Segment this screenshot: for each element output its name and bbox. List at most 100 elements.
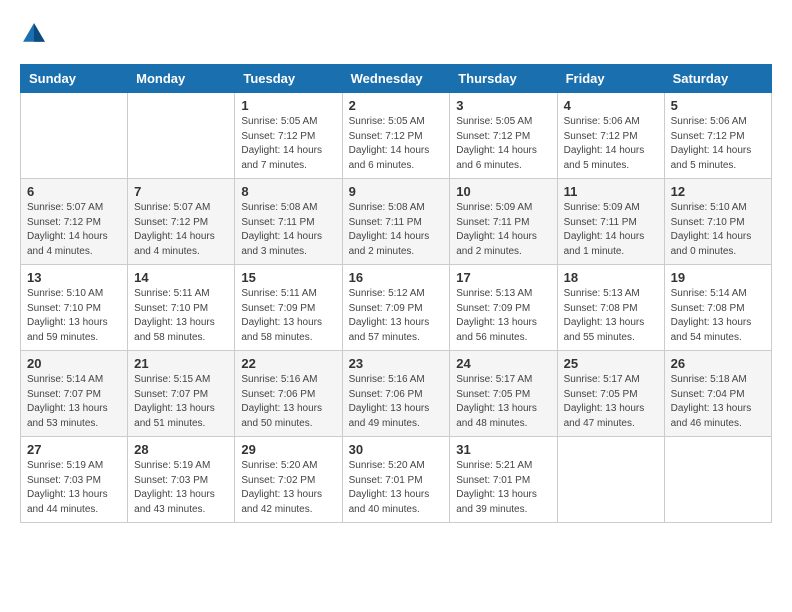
day-info: Sunrise: 5:17 AM Sunset: 7:05 PM Dayligh… bbox=[564, 373, 658, 431]
page-header bbox=[20, 20, 772, 48]
calendar-cell: 9Sunrise: 5:08 AM Sunset: 7:11 PM Daylig… bbox=[342, 179, 450, 265]
day-info: Sunrise: 5:18 AM Sunset: 7:04 PM Dayligh… bbox=[671, 373, 765, 431]
calendar-cell: 30Sunrise: 5:20 AM Sunset: 7:01 PM Dayli… bbox=[342, 437, 450, 523]
calendar-cell: 17 Sunrise: 5:13 AM Sunset: 7:09 PM Dayli… bbox=[450, 265, 557, 351]
day-number: 26 bbox=[671, 356, 765, 371]
day-info: Sunrise: 5:12 AM Sunset: 7:09 PM Dayligh… bbox=[349, 287, 444, 345]
calendar-cell: 25 Sunrise: 5:17 AM Sunset: 7:05 PM Dayli… bbox=[557, 351, 664, 437]
day-info: Sunrise: 5:07 AM Sunset: 7:12 PM Dayligh… bbox=[134, 201, 228, 259]
calendar-cell bbox=[557, 437, 664, 523]
day-number: 27 bbox=[27, 442, 121, 457]
calendar-week-5: 27 Sunrise: 5:19 AM Sunset: 7:03 PM Dayli… bbox=[21, 437, 772, 523]
day-info: Sunrise: 5:11 AM Sunset: 7:09 PM Dayligh… bbox=[241, 287, 335, 345]
day-number: 2 bbox=[349, 98, 444, 113]
calendar-cell: 1 Sunrise: 5:05 AM Sunset: 7:12 PM Daylig… bbox=[235, 93, 342, 179]
calendar-cell bbox=[128, 93, 235, 179]
day-info: Sunrise: 5:08 AM Sunset: 7:11 PM Dayligh… bbox=[241, 201, 335, 259]
day-number: 25 bbox=[564, 356, 658, 371]
weekday-header-wednesday: Wednesday bbox=[342, 65, 450, 93]
day-number: 16 bbox=[349, 270, 444, 285]
calendar-cell: 22 Sunrise: 5:16 AM Sunset: 7:06 PM Dayli… bbox=[235, 351, 342, 437]
day-info: Sunrise: 5:06 AM Sunset: 7:12 PM Dayligh… bbox=[671, 115, 765, 173]
calendar-cell: 23 Sunrise: 5:16 AM Sunset: 7:06 PM Dayli… bbox=[342, 351, 450, 437]
calendar-body: 1 Sunrise: 5:05 AM Sunset: 7:12 PM Daylig… bbox=[21, 93, 772, 523]
day-info: Sunrise: 5:05 AM Sunset: 7:12 PM Dayligh… bbox=[349, 115, 444, 173]
day-number: 18 bbox=[564, 270, 658, 285]
calendar-cell bbox=[21, 93, 128, 179]
day-number: 21 bbox=[134, 356, 228, 371]
calendar-cell: 5 Sunrise: 5:06 AM Sunset: 7:12 PM Daylig… bbox=[664, 93, 771, 179]
day-info: Sunrise: 5:13 AM Sunset: 7:09 PM Dayligh… bbox=[456, 287, 550, 345]
calendar-cell: 16 Sunrise: 5:12 AM Sunset: 7:09 PM Dayli… bbox=[342, 265, 450, 351]
day-info: Sunrise: 5:19 AM Sunset: 7:03 PM Dayligh… bbox=[134, 459, 228, 517]
calendar-cell: 11 Sunrise: 5:09 AM Sunset: 7:11 PM Dayli… bbox=[557, 179, 664, 265]
day-info: Sunrise: 5:13 AM Sunset: 7:08 PM Dayligh… bbox=[564, 287, 658, 345]
day-number: 8 bbox=[241, 184, 335, 199]
day-number: 5 bbox=[671, 98, 765, 113]
calendar-week-2: 6 Sunrise: 5:07 AM Sunset: 7:12 PM Daylig… bbox=[21, 179, 772, 265]
calendar-cell: 21 Sunrise: 5:15 AM Sunset: 7:07 PM Dayli… bbox=[128, 351, 235, 437]
calendar-cell: 24 Sunrise: 5:17 AM Sunset: 7:05 PM Dayli… bbox=[450, 351, 557, 437]
day-info: Sunrise: 5:07 AM Sunset: 7:12 PM Dayligh… bbox=[27, 201, 121, 259]
day-number: 1 bbox=[241, 98, 335, 113]
logo bbox=[20, 20, 52, 48]
calendar-cell: 29 Sunrise: 5:20 AM Sunset: 7:02 PM Dayli… bbox=[235, 437, 342, 523]
day-number: 7 bbox=[134, 184, 228, 199]
day-info: Sunrise: 5:09 AM Sunset: 7:11 PM Dayligh… bbox=[564, 201, 658, 259]
day-number: 20 bbox=[27, 356, 121, 371]
day-info: Sunrise: 5:20 AM Sunset: 7:02 PM Dayligh… bbox=[241, 459, 335, 517]
day-number: 22 bbox=[241, 356, 335, 371]
day-info: Sunrise: 5:10 AM Sunset: 7:10 PM Dayligh… bbox=[671, 201, 765, 259]
day-info: Sunrise: 5:17 AM Sunset: 7:05 PM Dayligh… bbox=[456, 373, 550, 431]
day-info: Sunrise: 5:19 AM Sunset: 7:03 PM Dayligh… bbox=[27, 459, 121, 517]
calendar-week-1: 1 Sunrise: 5:05 AM Sunset: 7:12 PM Daylig… bbox=[21, 93, 772, 179]
day-info: Sunrise: 5:06 AM Sunset: 7:12 PM Dayligh… bbox=[564, 115, 658, 173]
day-number: 9 bbox=[349, 184, 444, 199]
weekday-header-sunday: Sunday bbox=[21, 65, 128, 93]
day-number: 17 bbox=[456, 270, 550, 285]
day-info: Sunrise: 5:16 AM Sunset: 7:06 PM Dayligh… bbox=[349, 373, 444, 431]
day-number: 11 bbox=[564, 184, 658, 199]
day-number: 24 bbox=[456, 356, 550, 371]
calendar-table: SundayMondayTuesdayWednesdayThursdayFrid… bbox=[20, 64, 772, 523]
day-info: Sunrise: 5:16 AM Sunset: 7:06 PM Dayligh… bbox=[241, 373, 335, 431]
calendar-cell: 15 Sunrise: 5:11 AM Sunset: 7:09 PM Dayli… bbox=[235, 265, 342, 351]
day-info: Sunrise: 5:05 AM Sunset: 7:12 PM Dayligh… bbox=[456, 115, 550, 173]
calendar-cell: 2 Sunrise: 5:05 AM Sunset: 7:12 PM Daylig… bbox=[342, 93, 450, 179]
logo-icon bbox=[20, 20, 48, 48]
day-number: 3 bbox=[456, 98, 550, 113]
calendar-cell: 3 Sunrise: 5:05 AM Sunset: 7:12 PM Daylig… bbox=[450, 93, 557, 179]
weekday-header-thursday: Thursday bbox=[450, 65, 557, 93]
day-number: 14 bbox=[134, 270, 228, 285]
weekday-header-monday: Monday bbox=[128, 65, 235, 93]
calendar-week-3: 13Sunrise: 5:10 AM Sunset: 7:10 PM Dayli… bbox=[21, 265, 772, 351]
calendar-cell: 28 Sunrise: 5:19 AM Sunset: 7:03 PM Dayli… bbox=[128, 437, 235, 523]
day-info: Sunrise: 5:05 AM Sunset: 7:12 PM Dayligh… bbox=[241, 115, 335, 173]
day-info: Sunrise: 5:09 AM Sunset: 7:11 PM Dayligh… bbox=[456, 201, 550, 259]
calendar-cell: 7 Sunrise: 5:07 AM Sunset: 7:12 PM Daylig… bbox=[128, 179, 235, 265]
calendar-cell: 4 Sunrise: 5:06 AM Sunset: 7:12 PM Daylig… bbox=[557, 93, 664, 179]
calendar-week-4: 20Sunrise: 5:14 AM Sunset: 7:07 PM Dayli… bbox=[21, 351, 772, 437]
day-number: 15 bbox=[241, 270, 335, 285]
calendar-cell: 31Sunrise: 5:21 AM Sunset: 7:01 PM Dayli… bbox=[450, 437, 557, 523]
weekday-header-tuesday: Tuesday bbox=[235, 65, 342, 93]
calendar-header: SundayMondayTuesdayWednesdayThursdayFrid… bbox=[21, 65, 772, 93]
day-number: 23 bbox=[349, 356, 444, 371]
day-info: Sunrise: 5:20 AM Sunset: 7:01 PM Dayligh… bbox=[349, 459, 444, 517]
calendar-cell bbox=[664, 437, 771, 523]
day-number: 6 bbox=[27, 184, 121, 199]
calendar-cell: 26 Sunrise: 5:18 AM Sunset: 7:04 PM Dayli… bbox=[664, 351, 771, 437]
day-number: 31 bbox=[456, 442, 550, 457]
day-info: Sunrise: 5:10 AM Sunset: 7:10 PM Dayligh… bbox=[27, 287, 121, 345]
day-info: Sunrise: 5:15 AM Sunset: 7:07 PM Dayligh… bbox=[134, 373, 228, 431]
day-info: Sunrise: 5:14 AM Sunset: 7:08 PM Dayligh… bbox=[671, 287, 765, 345]
calendar-cell: 27 Sunrise: 5:19 AM Sunset: 7:03 PM Dayli… bbox=[21, 437, 128, 523]
day-number: 28 bbox=[134, 442, 228, 457]
day-number: 4 bbox=[564, 98, 658, 113]
calendar-cell: 20Sunrise: 5:14 AM Sunset: 7:07 PM Dayli… bbox=[21, 351, 128, 437]
calendar-cell: 12 Sunrise: 5:10 AM Sunset: 7:10 PM Dayli… bbox=[664, 179, 771, 265]
day-number: 19 bbox=[671, 270, 765, 285]
weekday-row: SundayMondayTuesdayWednesdayThursdayFrid… bbox=[21, 65, 772, 93]
day-number: 29 bbox=[241, 442, 335, 457]
day-number: 12 bbox=[671, 184, 765, 199]
